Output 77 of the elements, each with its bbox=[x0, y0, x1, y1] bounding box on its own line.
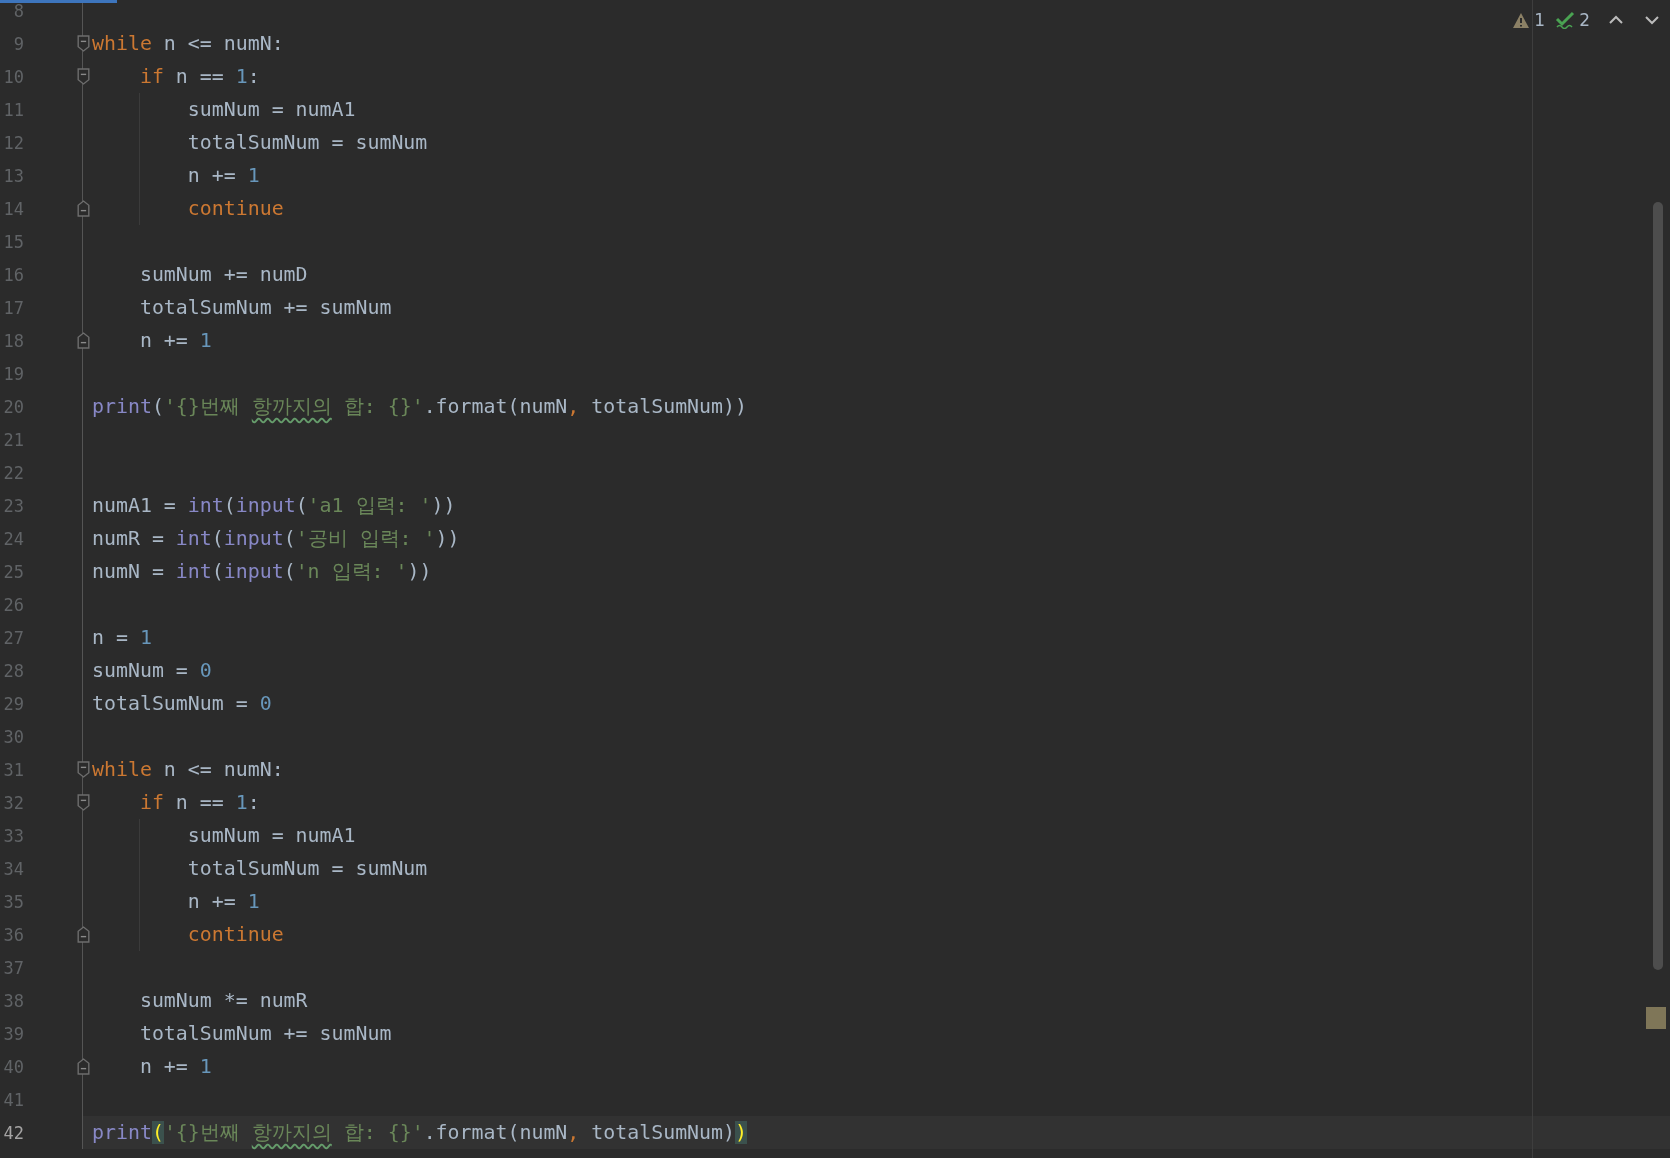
scrollbar-thumb[interactable] bbox=[1653, 202, 1663, 970]
line-number: 39 bbox=[2, 1023, 24, 1044]
code-line: sumNum = numA1 bbox=[186, 824, 356, 847]
code-line: sumNum = numA1 bbox=[186, 98, 356, 121]
fold-collapse-icon[interactable] bbox=[76, 794, 90, 811]
line-number: 30 bbox=[2, 726, 24, 747]
code-line: print('{}번째 항까지의 합: {}'.format(numN, totalSumNum)) bbox=[92, 394, 747, 420]
line-number: 11 bbox=[2, 99, 24, 120]
line-number: 31 bbox=[2, 759, 24, 780]
line-number: 13 bbox=[2, 165, 24, 186]
code-line: n += 1 bbox=[138, 329, 212, 352]
code-line: totalSumNum += sumNum bbox=[138, 296, 392, 319]
line-number: 38 bbox=[2, 990, 24, 1011]
line-number: 36 bbox=[2, 924, 24, 945]
line-number: 23 bbox=[2, 495, 24, 516]
warning-icon[interactable] bbox=[1512, 11, 1531, 29]
line-number: 19 bbox=[2, 363, 24, 384]
line-number: 20 bbox=[2, 396, 24, 417]
line-number: 35 bbox=[2, 891, 24, 912]
line-number: 18 bbox=[2, 330, 24, 351]
line-number: 24 bbox=[2, 528, 24, 549]
line-number: 9 bbox=[12, 33, 24, 54]
fold-end-icon[interactable] bbox=[76, 926, 90, 943]
line-number: 8 bbox=[12, 0, 24, 21]
chevron-down-icon[interactable] bbox=[1644, 15, 1660, 25]
code-line: continue bbox=[186, 923, 284, 946]
fold-collapse-icon[interactable] bbox=[76, 35, 90, 52]
typo-count: 2 bbox=[1579, 10, 1590, 30]
line-number: 22 bbox=[2, 462, 24, 483]
code-line: numA1 = int(input('a1 입력: ')) bbox=[92, 493, 456, 519]
fold-collapse-icon[interactable] bbox=[76, 761, 90, 778]
chevron-up-icon[interactable] bbox=[1608, 15, 1624, 25]
fold-end-icon[interactable] bbox=[76, 200, 90, 217]
line-number: 26 bbox=[2, 594, 24, 615]
code-line: totalSumNum = sumNum bbox=[186, 857, 428, 880]
line-number: 33 bbox=[2, 825, 24, 846]
code-line: totalSumNum = sumNum bbox=[186, 131, 428, 154]
fold-collapse-icon[interactable] bbox=[76, 68, 90, 85]
check-icon[interactable] bbox=[1555, 11, 1576, 29]
fold-end-icon[interactable] bbox=[76, 1058, 90, 1075]
code-line: numN = int(input('n 입력: ')) bbox=[92, 559, 432, 585]
line-number: 42 bbox=[2, 1122, 24, 1143]
line-number: 40 bbox=[2, 1056, 24, 1077]
code-line: sumNum = 0 bbox=[92, 659, 212, 682]
code-line: if n == 1: bbox=[138, 65, 260, 88]
line-number: 10 bbox=[2, 66, 24, 87]
warning-count: 1 bbox=[1534, 10, 1546, 30]
line-number: 17 bbox=[2, 297, 24, 318]
warning-marker[interactable] bbox=[1646, 1007, 1666, 1029]
code-line: sumNum += numD bbox=[138, 263, 308, 286]
code-line: while n <= numN: bbox=[92, 758, 284, 781]
line-number: 16 bbox=[2, 264, 24, 285]
code-line: totalSumNum += sumNum bbox=[138, 1022, 392, 1045]
code-line: sumNum *= numR bbox=[138, 989, 308, 1012]
code-line: numR = int(input('공비 입력: ')) bbox=[92, 526, 460, 552]
code-line: if n == 1: bbox=[138, 791, 260, 814]
code-line: totalSumNum = 0 bbox=[92, 692, 272, 715]
line-number: 21 bbox=[2, 429, 24, 450]
line-number: 12 bbox=[2, 132, 24, 153]
line-number: 14 bbox=[2, 198, 24, 219]
line-number: 29 bbox=[2, 693, 24, 714]
code-line: n += 1 bbox=[138, 1055, 212, 1078]
code-line: continue bbox=[186, 197, 284, 220]
line-number: 37 bbox=[2, 957, 24, 978]
code-line: n = 1 bbox=[92, 626, 152, 649]
line-number: 28 bbox=[2, 660, 24, 681]
code-line: print('{}번째 항까지의 합: {}'.format(numN, totalSumNum)) bbox=[92, 1120, 747, 1146]
code-line: n += 1 bbox=[186, 890, 260, 913]
code-line: while n <= numN: bbox=[92, 32, 284, 55]
line-number: 32 bbox=[2, 792, 24, 813]
line-number: 34 bbox=[2, 858, 24, 879]
line-number: 15 bbox=[2, 231, 24, 252]
fold-end-icon[interactable] bbox=[76, 332, 90, 349]
line-number: 25 bbox=[2, 561, 24, 582]
line-number: 41 bbox=[2, 1089, 24, 1110]
line-number: 27 bbox=[2, 627, 24, 648]
code-line: n += 1 bbox=[186, 164, 260, 187]
